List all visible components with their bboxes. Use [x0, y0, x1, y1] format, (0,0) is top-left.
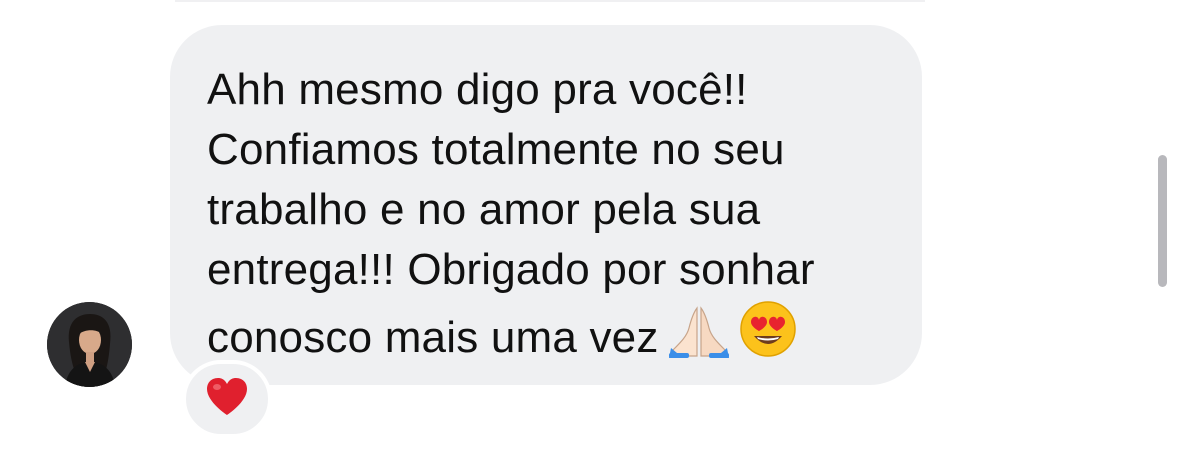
- chat-screen: Ahh mesmo digo pra você!! Confiamos tota…: [0, 0, 1179, 470]
- scrollbar[interactable]: [1158, 155, 1167, 287]
- avatar-photo: [47, 302, 132, 387]
- message-line: Ahh mesmo digo pra você!!: [207, 65, 748, 114]
- previous-message-edge: [175, 0, 925, 2]
- praying-hands-icon: [667, 306, 731, 374]
- red-heart-icon: [205, 377, 249, 422]
- message-line: entrega!!! Obrigado por sonhar: [207, 245, 815, 294]
- message-line: conosco mais uma vez: [207, 313, 659, 362]
- message-text: Ahh mesmo digo pra você!! Confiamos tota…: [207, 60, 892, 374]
- smiling-face-with-heart-eyes-icon: [739, 300, 797, 374]
- reaction-badge[interactable]: [182, 360, 272, 438]
- message-line: trabalho e no amor pela sua: [207, 185, 761, 234]
- message-line: Confiamos totalmente no seu: [207, 125, 785, 174]
- avatar[interactable]: [47, 302, 132, 387]
- message-bubble[interactable]: Ahh mesmo digo pra você!! Confiamos tota…: [170, 25, 922, 385]
